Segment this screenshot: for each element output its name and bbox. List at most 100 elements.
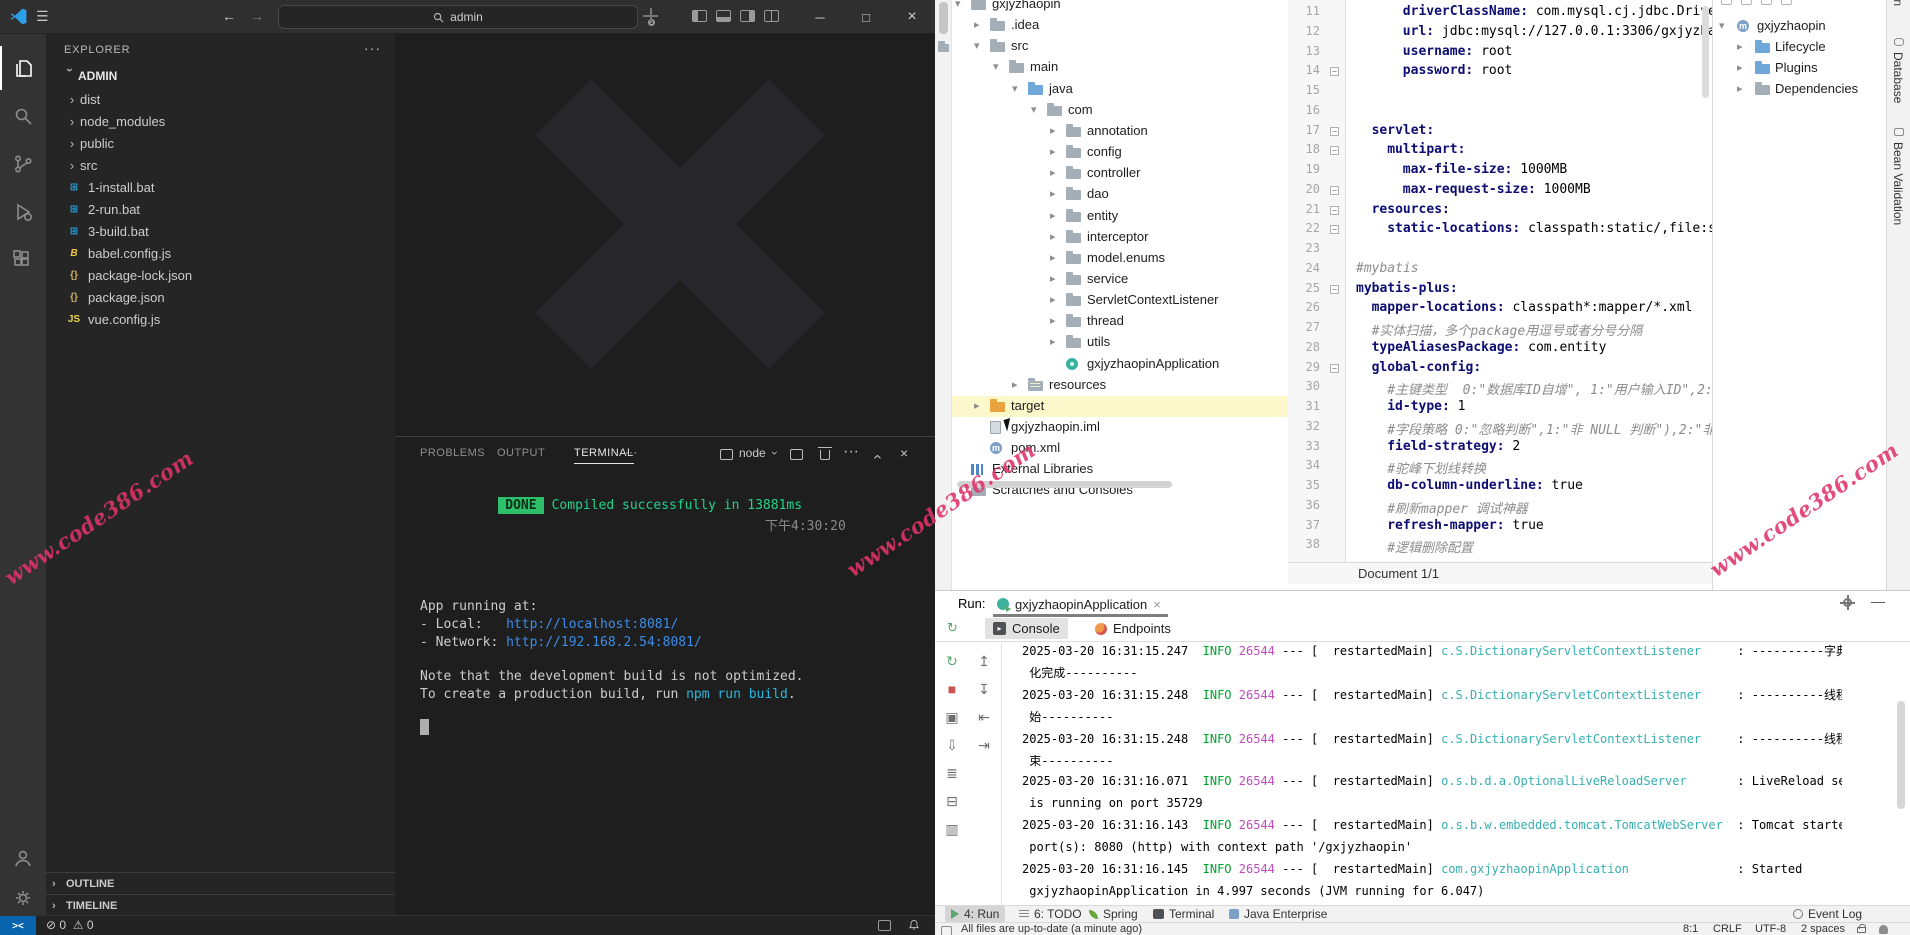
tree-row-dao[interactable]: ▸dao	[952, 184, 1288, 205]
problems-status[interactable]: ⊘ 0 ⚠ 0	[46, 918, 94, 932]
run-configuration-tab[interactable]: gxjyzhaopinApplication ×	[997, 594, 1161, 614]
code-line[interactable]: 22−static-locations: classpath:static/,f…	[1288, 221, 1712, 241]
panel-tab-problems[interactable]: PROBLEMS	[420, 447, 485, 459]
file-encoding[interactable]: UTF-8	[1755, 923, 1786, 935]
code-line[interactable]: 26mapper-locations: classpath*:mapper/*.…	[1288, 300, 1712, 320]
code-line[interactable]: 14−password: root	[1288, 63, 1712, 83]
code-line[interactable]: 33field-strategy: 2	[1288, 439, 1712, 459]
code-line[interactable]: 29−global-config:	[1288, 360, 1712, 380]
fold-marker-icon[interactable]: −	[1330, 127, 1339, 136]
explorer-root-folder[interactable]: › ADMIN	[46, 64, 395, 88]
code-line[interactable]: 17−servlet:	[1288, 123, 1712, 143]
explorer-file-row[interactable]: ⊞1-install.bat	[46, 176, 395, 198]
settings-gear-icon[interactable]	[0, 876, 46, 920]
code-line[interactable]: 16	[1288, 103, 1712, 123]
tree-row-model-enums[interactable]: ▸model.enums	[952, 248, 1288, 269]
tree-horizontal-scrollbar[interactable]	[957, 481, 1172, 488]
toolbar-item-Spring[interactable]: Spring	[1083, 906, 1144, 922]
stop-icon[interactable]: ■	[941, 681, 963, 697]
tree-row-config[interactable]: ▸config	[952, 142, 1288, 163]
fold-marker-icon[interactable]: −	[1330, 206, 1339, 215]
event-log-button[interactable]: Event Log	[1787, 906, 1868, 922]
console-scrollbar-thumb[interactable]	[1897, 701, 1905, 809]
explorer-folder-row[interactable]: ›src	[46, 154, 395, 176]
indent-style[interactable]: 2 spaces	[1801, 923, 1845, 935]
code-line[interactable]: 28typeAliasesPackage: com.entity	[1288, 340, 1712, 360]
tab-database[interactable]: Database	[1891, 52, 1905, 103]
maven-item-lifecycle[interactable]: ▸Lifecycle	[1713, 37, 1886, 58]
code-line[interactable]: 35db-column-underline: true	[1288, 478, 1712, 498]
scrollbar-thumb[interactable]	[939, 2, 948, 34]
run-settings-gear-icon[interactable]	[1843, 598, 1852, 607]
split-terminal-icon[interactable]	[790, 449, 803, 460]
tree-row-service[interactable]: ▸service	[952, 269, 1288, 290]
code-line[interactable]: 25−mybatis-plus:	[1288, 281, 1712, 301]
line-separator[interactable]: CRLF	[1713, 923, 1742, 935]
code-line[interactable]: 27#实体扫描，多个package用逗号或者分号分隔	[1288, 320, 1712, 340]
nav-forward-icon[interactable]: →	[250, 8, 264, 24]
explorer-folder-row[interactable]: ›dist	[46, 88, 395, 110]
nav-back-icon[interactable]: ←	[222, 8, 236, 24]
search-sidebar-icon[interactable]	[0, 94, 46, 138]
code-line[interactable]: 19max-file-size: 1000MB	[1288, 162, 1712, 182]
explorer-file-row[interactable]: {}package.json	[46, 286, 395, 308]
tree-row-com[interactable]: ▾com	[952, 100, 1288, 121]
tree-row-src[interactable]: ▾src	[952, 36, 1288, 57]
fold-marker-icon[interactable]: −	[1330, 67, 1339, 76]
toggle-panel-icon[interactable]	[716, 10, 731, 22]
code-line[interactable]: 32#字段策略 0:"忽略判断",1:"非 NULL 判断"),2:"非空	[1288, 419, 1712, 439]
outline-section[interactable]: › OUTLINE	[46, 872, 395, 894]
rerun-icon[interactable]: ↻	[941, 653, 963, 670]
tab-bean-validation[interactable]: Bean Validation	[1891, 142, 1905, 225]
hector-inspections-icon[interactable]	[1879, 925, 1888, 934]
code-line[interactable]: 38#逻辑删除配置	[1288, 537, 1712, 557]
fold-marker-icon[interactable]: −	[1330, 225, 1339, 234]
clear-icon[interactable]: ▥	[941, 821, 963, 838]
feedback-icon[interactable]	[878, 920, 891, 931]
editor-scrollbar-thumb[interactable]	[1702, 6, 1709, 98]
tab-maven[interactable]: Maven	[1891, 0, 1905, 6]
panel-ellipsis-icon[interactable]: ···	[843, 443, 859, 461]
close-panel-icon[interactable]: ×	[900, 445, 908, 461]
kill-terminal-icon[interactable]	[820, 450, 830, 460]
terminal-shell-label[interactable]: node	[739, 446, 766, 460]
code-line[interactable]: 12url: jdbc:mysql://127.0.0.1:3306/gxjyz…	[1288, 24, 1712, 44]
toolwindow-toggle-icon[interactable]	[941, 926, 952, 935]
maven-item-plugins[interactable]: ▸Plugins	[1713, 58, 1886, 79]
terminal-output[interactable]: DONECompiled successfully in 13881ms 下午4…	[395, 471, 935, 916]
readonly-lock-icon[interactable]	[1857, 927, 1866, 933]
tab-console[interactable]: ▸ Console	[985, 618, 1068, 639]
soft-wrap-icon[interactable]: ⇤	[973, 709, 995, 726]
toggle-secondary-sidebar-icon[interactable]	[740, 10, 755, 22]
maven-toolbar-icon[interactable]	[1781, 0, 1792, 5]
tree-row--idea[interactable]: ▸.idea	[952, 15, 1288, 36]
shell-dropdown-icon[interactable]: ›	[768, 451, 782, 455]
toolbar-item-4--Run[interactable]: 4: Run	[945, 906, 1005, 922]
tree-row-External-Libraries[interactable]: External Libraries	[952, 459, 1288, 480]
command-center-search[interactable]: admin	[278, 5, 638, 29]
tree-row-gxjyzhaopinApplication[interactable]: gxjyzhaopinApplication	[952, 354, 1288, 375]
menu-hamburger-icon[interactable]: ☰	[36, 8, 49, 25]
timeline-section[interactable]: › TIMELINE	[46, 894, 395, 916]
hide-panel-icon[interactable]: —	[1871, 593, 1885, 609]
caret-position[interactable]: 8:1	[1683, 923, 1698, 935]
code-line[interactable]: 31id-type: 1	[1288, 399, 1712, 419]
run-debug-icon[interactable]	[0, 190, 46, 234]
tree-row-gxjyzhaopin[interactable]: ▾gxjyzhaopin	[952, 0, 1288, 15]
code-line[interactable]: 24#mybatis	[1288, 261, 1712, 281]
explorer-file-row[interactable]: ⊞3-build.bat	[46, 220, 395, 242]
code-line[interactable]: 23	[1288, 241, 1712, 261]
network-url-link[interactable]: http://192.168.2.54:8081/	[506, 635, 702, 650]
source-control-icon[interactable]	[0, 142, 46, 186]
tree-row-main[interactable]: ▾main	[952, 57, 1288, 78]
up-stack-icon[interactable]: ↥	[973, 653, 995, 670]
collapse-icon[interactable]: ⊟	[941, 793, 963, 810]
explorer-file-row[interactable]: {}package-lock.json	[46, 264, 395, 286]
local-url-link[interactable]: http://localhost:8081/	[506, 617, 678, 632]
code-line[interactable]: 34#驼峰下划线转换	[1288, 458, 1712, 478]
tree-row-utils[interactable]: ▸utils	[952, 332, 1288, 353]
maximize-panel-icon[interactable]: ›	[869, 454, 887, 459]
account-icon[interactable]	[0, 836, 46, 880]
scroll-end-icon[interactable]: ⇥	[973, 737, 995, 754]
maven-item-dependencies[interactable]: ▸Dependencies	[1713, 79, 1886, 100]
